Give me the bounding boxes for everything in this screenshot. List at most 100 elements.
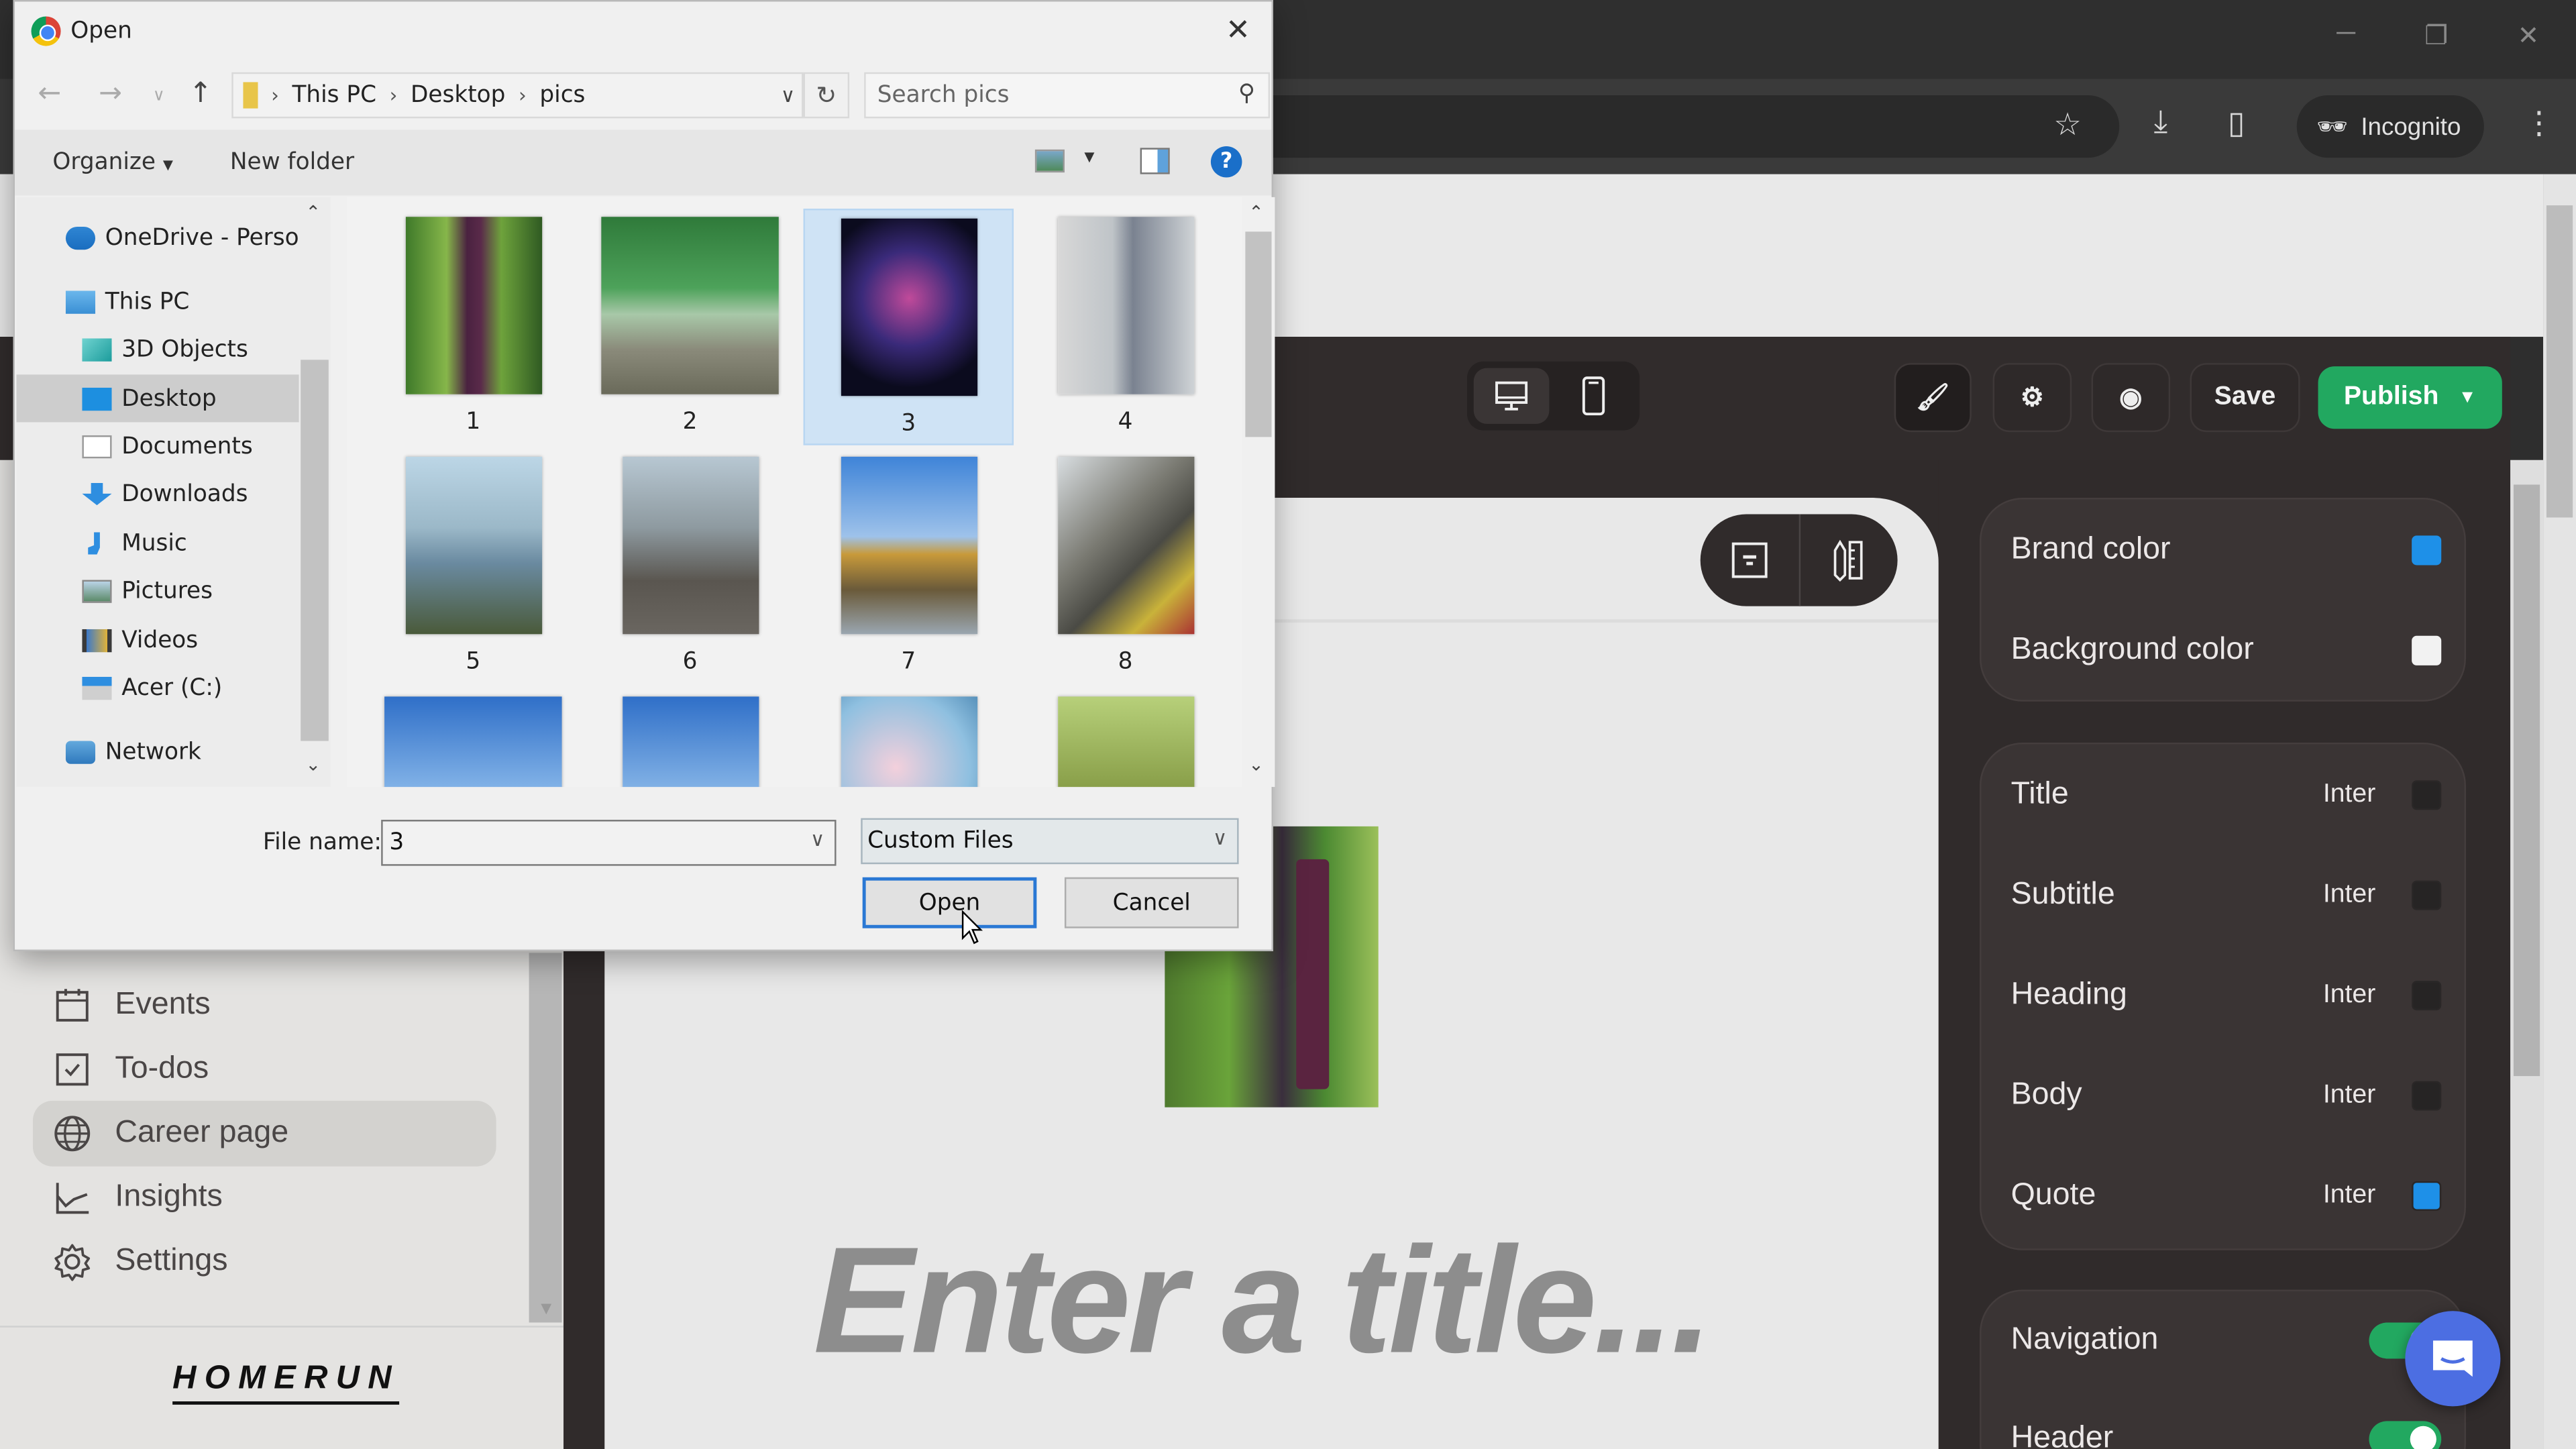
publish-button[interactable]: Publish ▼ [2318, 366, 2502, 429]
file-thumbnail[interactable] [1020, 688, 1230, 788]
breadcrumb-item[interactable]: This PC [292, 82, 376, 108]
chevron-down-icon[interactable]: ∨ [810, 828, 825, 851]
file-thumbnail[interactable]: 3 [803, 209, 1014, 445]
desktop-view-button[interactable] [1473, 368, 1550, 424]
color-swatch[interactable] [2412, 535, 2442, 566]
chevron-down-icon[interactable]: ∨ [781, 84, 796, 107]
scroll-up-arrow[interactable]: ⌃ [306, 202, 321, 223]
file-thumbnail[interactable] [804, 688, 1014, 788]
preview-button[interactable]: ◉ [2091, 363, 2171, 433]
nav-tree-item[interactable]: Downloads [16, 470, 299, 517]
file-thumbnail[interactable]: 4 [1020, 209, 1230, 445]
nav-tree-item[interactable]: Pictures [16, 567, 299, 614]
sidebar-item-events[interactable]: Events [33, 973, 496, 1038]
file-name-input[interactable]: 3 ∨ [381, 820, 837, 866]
panel-scrollbar-thumb[interactable] [2513, 484, 2540, 1077]
sidebar-item-insights[interactable]: Insights [33, 1165, 496, 1230]
restore-icon[interactable]: ❐ [2412, 19, 2461, 52]
sidebar-item-career-page[interactable]: Career page [32, 1100, 496, 1167]
cancel-button[interactable]: Cancel [1064, 877, 1239, 928]
search-input[interactable]: Search pics ⚲ [864, 72, 1271, 119]
breadcrumb-item[interactable]: pics [539, 82, 585, 108]
file-thumbnail[interactable]: 1 [368, 209, 578, 445]
color-swatch[interactable] [2412, 635, 2442, 665]
color-swatch[interactable] [2412, 981, 2442, 1011]
color-setting-row[interactable]: Background color [2011, 626, 2442, 675]
save-button[interactable]: Save [2190, 363, 2300, 433]
typography-row[interactable]: Quote Inter [2011, 1171, 2442, 1220]
files-scrollbar-thumb[interactable] [1245, 231, 1272, 437]
settings-button[interactable]: ⚙ [1992, 363, 2072, 433]
download-icon[interactable]: ⤓ [2154, 105, 2168, 142]
page-scrollbar-thumb[interactable] [2546, 205, 2573, 518]
back-icon[interactable]: ← [38, 77, 61, 110]
file-type-select[interactable]: Custom Files ∨ [861, 818, 1239, 865]
typography-row[interactable]: Heading Inter [2011, 971, 2442, 1020]
nav-tree-item[interactable]: This PC [16, 278, 299, 325]
address-bar[interactable]: ☆ [1150, 95, 2120, 158]
typography-row[interactable]: Subtitle Inter [2011, 871, 2442, 920]
nav-tree-item[interactable]: Music [16, 519, 299, 567]
font-name[interactable]: Inter [2323, 881, 2375, 910]
font-name[interactable]: Inter [2323, 1181, 2375, 1211]
recent-locations-icon[interactable]: ∨ [153, 87, 165, 105]
scroll-up-arrow[interactable]: ⌃ [1248, 202, 1264, 223]
sidebar-scrollbar[interactable] [529, 953, 562, 1323]
file-thumbnail[interactable]: 7 [804, 449, 1014, 686]
color-swatch[interactable] [2412, 1081, 2442, 1111]
refresh-button[interactable]: ↻ [803, 72, 850, 119]
open-button[interactable]: Open [862, 877, 1037, 928]
color-setting-row[interactable]: Brand color [2011, 526, 2442, 575]
font-name[interactable]: Inter [2323, 1081, 2375, 1110]
forward-icon[interactable]: → [99, 77, 122, 110]
nav-tree-item[interactable]: Network [16, 728, 299, 775]
file-thumbnail[interactable]: 5 [368, 449, 578, 686]
title-input[interactable]: Enter a title... [813, 1216, 1713, 1388]
file-thumbnail[interactable]: 6 [585, 449, 795, 686]
chat-button[interactable] [2405, 1311, 2501, 1407]
nav-tree-item[interactable]: Documents [16, 422, 299, 470]
organize-button[interactable]: Organize ▼ [52, 150, 173, 176]
nav-tree-item[interactable]: Acer (C:) [16, 663, 299, 711]
nav-tree-item[interactable]: 3D Objects [16, 325, 299, 373]
caret-down-icon[interactable]: ▼ [1084, 150, 1094, 164]
nav-tree-item[interactable]: Desktop [16, 374, 299, 423]
sidebar-item-settings[interactable]: Settings [33, 1229, 496, 1295]
color-swatch[interactable] [2412, 780, 2442, 810]
nav-tree-item[interactable]: Videos [16, 616, 299, 663]
file-thumbnail[interactable]: 8 [1020, 449, 1230, 686]
nav-scrollbar-thumb[interactable] [301, 360, 329, 741]
dialog-close-button[interactable]: ✕ [1226, 13, 1250, 48]
design-button[interactable]: 🖌 [1894, 363, 1972, 433]
menu-icon[interactable]: ⋮ [2524, 105, 2555, 143]
incognito-badge[interactable]: 🕶 Incognito [2296, 95, 2484, 158]
color-swatch[interactable] [2412, 880, 2442, 910]
layout-button[interactable] [1701, 514, 1800, 606]
up-icon[interactable]: ↑ [189, 77, 213, 110]
scroll-down-arrow[interactable]: ⌄ [1248, 754, 1264, 775]
nav-tree-item[interactable]: OneDrive - Person [16, 213, 299, 261]
breadcrumb[interactable]: › This PC › Desktop › pics ∨ [231, 72, 804, 119]
minimize-icon[interactable]: ─ [2321, 19, 2370, 49]
window-close-icon[interactable]: ✕ [2504, 19, 2553, 52]
scroll-down-arrow[interactable]: ▼ [537, 1299, 555, 1319]
edit-design-button[interactable] [1800, 515, 1898, 606]
help-icon[interactable]: ? [1210, 146, 1242, 178]
typography-row[interactable]: Title Inter [2011, 771, 2442, 820]
star-icon[interactable]: ☆ [2053, 107, 2082, 144]
side-panel-icon[interactable]: ▯ [2228, 105, 2245, 143]
font-name[interactable]: Inter [2323, 981, 2375, 1010]
preview-pane-icon[interactable] [1140, 148, 1170, 174]
typography-row[interactable]: Body Inter [2011, 1071, 2442, 1120]
sidebar-item-to-dos[interactable]: To-dos [33, 1036, 496, 1102]
new-folder-button[interactable]: New folder [230, 150, 354, 176]
file-thumbnail[interactable] [585, 688, 795, 788]
breadcrumb-item[interactable]: Desktop [411, 82, 505, 108]
file-thumbnail[interactable] [368, 688, 578, 788]
font-name[interactable]: Inter [2323, 780, 2375, 810]
file-thumbnail[interactable]: 2 [585, 209, 795, 445]
mobile-view-button[interactable] [1556, 368, 1631, 424]
color-swatch[interactable] [2412, 1181, 2442, 1211]
toggle-switch[interactable] [2369, 1421, 2442, 1449]
scroll-down-arrow[interactable]: ⌄ [306, 754, 321, 775]
